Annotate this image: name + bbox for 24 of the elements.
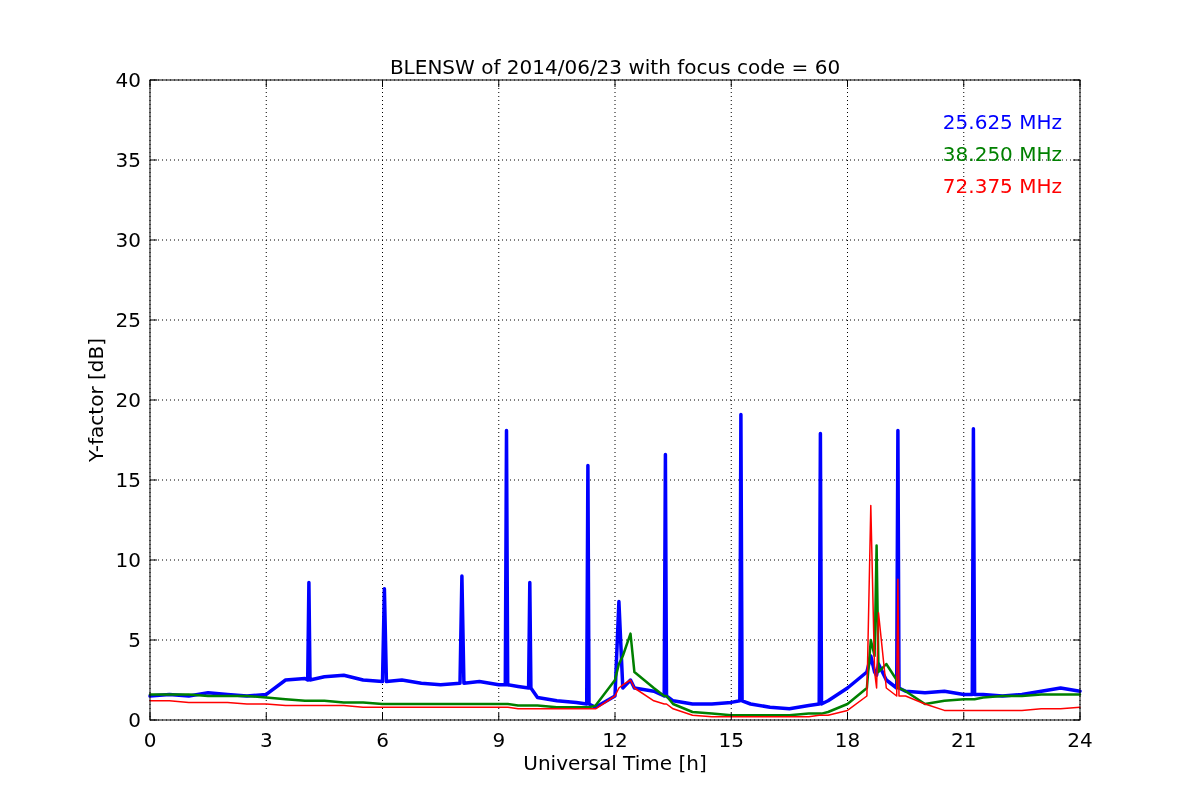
tick-label: 40 — [115, 68, 141, 92]
tick-label: 35 — [115, 148, 141, 172]
tick-label: 15 — [115, 468, 141, 492]
tick-label: 10 — [115, 548, 141, 572]
tick-label: 3 — [259, 728, 273, 752]
chart-title: BLENSW of 2014/06/23 with focus code = 60 — [389, 55, 841, 79]
tick-label: 12 — [602, 728, 628, 752]
tick-label: 9 — [492, 728, 506, 752]
tick-label: 20 — [115, 388, 141, 412]
axis-label: Y-factor [dB] — [84, 338, 108, 462]
legend-label: 25.625 MHz — [942, 110, 1062, 134]
legend-label: 72.375 MHz — [942, 174, 1062, 198]
tick-label: 5 — [128, 628, 141, 652]
tick-label: 25 — [115, 308, 141, 332]
tick-label: 18 — [834, 728, 861, 752]
tick-label: 30 — [115, 228, 141, 252]
tick-label: 6 — [376, 728, 389, 752]
tick-label: 21 — [951, 728, 977, 752]
tick-label: 24 — [1067, 728, 1093, 752]
legend-label: 38.250 MHz — [942, 142, 1062, 166]
tick-label: 0 — [143, 728, 157, 752]
tick-label: 0 — [128, 708, 141, 732]
axis-label: Universal Time [h] — [523, 751, 707, 775]
tick-label: 15 — [718, 728, 744, 752]
